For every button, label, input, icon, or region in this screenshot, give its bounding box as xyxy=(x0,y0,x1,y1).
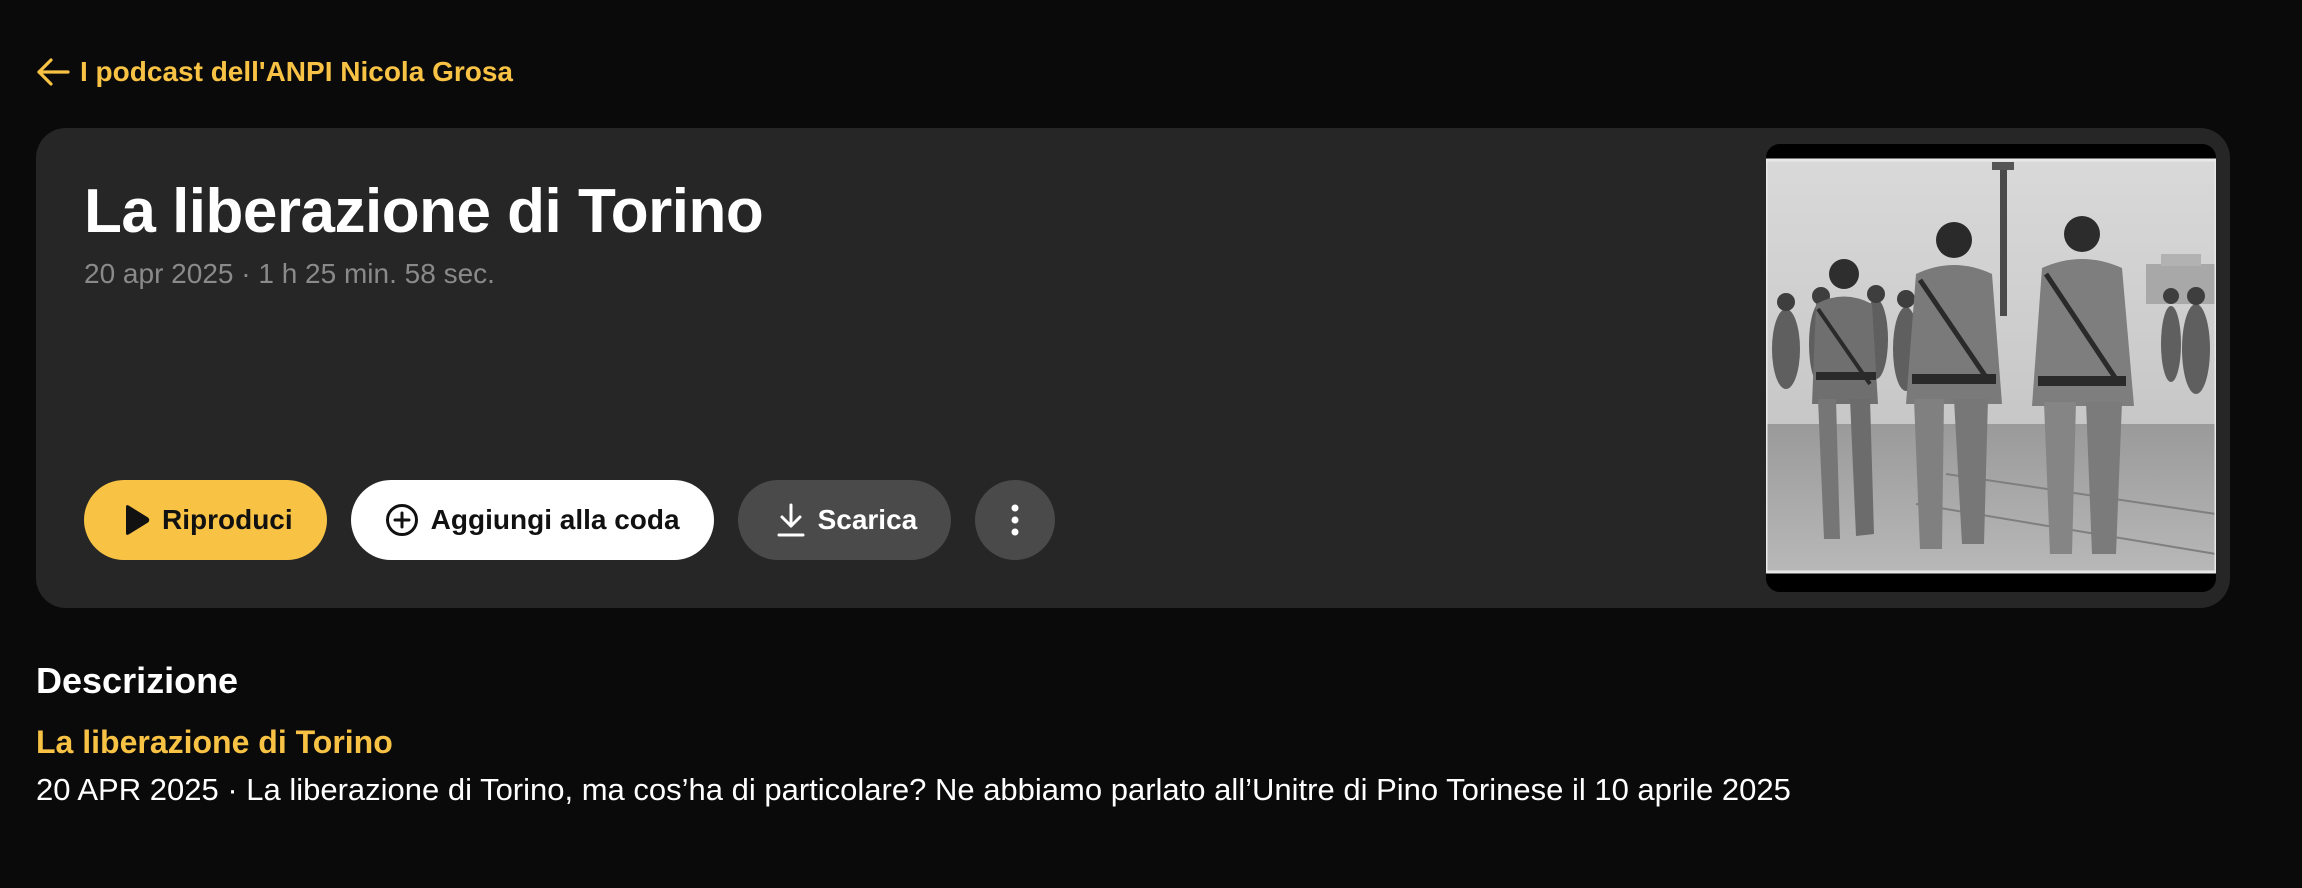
more-vertical-icon xyxy=(1010,504,1020,536)
download-button[interactable]: Scarica xyxy=(737,480,952,560)
back-link-label: I podcast dell'ANPI Nicola Grosa xyxy=(80,56,513,87)
add-to-queue-label: Aggiungi alla coda xyxy=(430,504,680,535)
play-button[interactable]: Riproduci xyxy=(84,480,327,560)
episode-actions: Riproduci Aggiungi alla coda Scarica xyxy=(84,480,1056,560)
episode-cover-image xyxy=(1766,144,2216,592)
add-to-queue-button[interactable]: Aggiungi alla coda xyxy=(350,480,714,560)
description-episode-link[interactable]: La liberazione di Torino xyxy=(36,724,393,761)
download-button-label: Scarica xyxy=(817,504,918,535)
episode-title: La liberazione di Torino xyxy=(84,177,764,246)
arrow-left-icon xyxy=(36,57,70,87)
play-button-label: Riproduci xyxy=(162,504,293,535)
description-text: 20 APR 2025 · La liberazione di Torino, … xyxy=(36,772,1791,807)
play-icon xyxy=(122,504,150,536)
download-icon xyxy=(776,502,806,538)
more-options-button[interactable] xyxy=(975,480,1056,560)
episode-page: I podcast dell'ANPI Nicola Grosa La libe… xyxy=(0,0,2302,888)
episode-header-card: La liberazione di Torino 20 apr 2025 · 1… xyxy=(36,128,2230,608)
episode-meta: 20 apr 2025 · 1 h 25 min. 58 sec. xyxy=(84,258,495,289)
back-link[interactable]: I podcast dell'ANPI Nicola Grosa xyxy=(36,56,513,88)
episode-cover-photo xyxy=(1766,144,2216,592)
description-heading: Descrizione xyxy=(36,660,239,701)
plus-circle-icon xyxy=(385,503,419,537)
